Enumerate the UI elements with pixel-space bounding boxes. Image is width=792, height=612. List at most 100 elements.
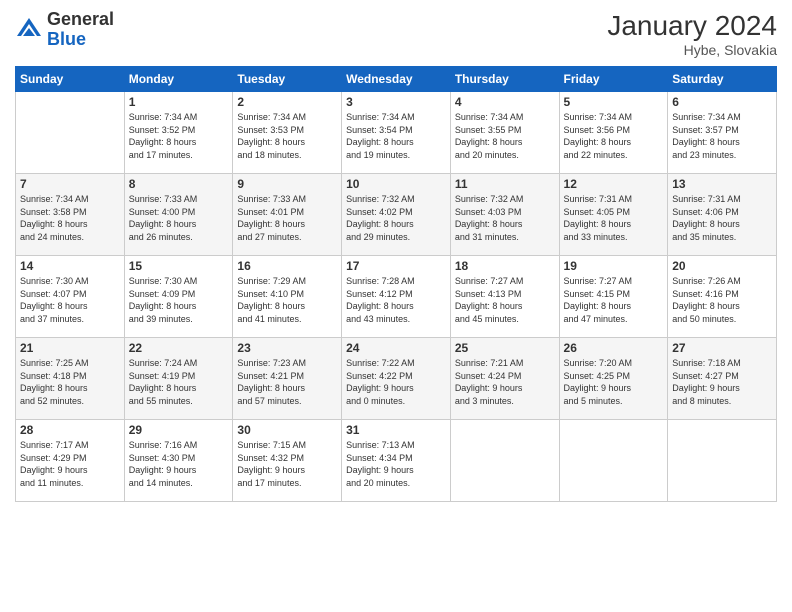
day-info: Sunrise: 7:34 AM Sunset: 3:54 PM Dayligh… [346,111,446,161]
table-row: 1 Sunrise: 7:34 AM Sunset: 3:52 PM Daylig… [124,92,233,174]
table-row: 17 Sunrise: 7:28 AM Sunset: 4:12 PM Dayli… [342,256,451,338]
day-info: Sunrise: 7:16 AM Sunset: 4:30 PM Dayligh… [129,439,229,489]
day-number: 24 [346,341,446,355]
col-tuesday: Tuesday [233,67,342,92]
col-thursday: Thursday [450,67,559,92]
day-info: Sunrise: 7:22 AM Sunset: 4:22 PM Dayligh… [346,357,446,407]
table-row: 19 Sunrise: 7:27 AM Sunset: 4:15 PM Dayli… [559,256,668,338]
logo-blue: Blue [47,29,86,49]
day-number: 29 [129,423,229,437]
table-row: 9 Sunrise: 7:33 AM Sunset: 4:01 PM Daylig… [233,174,342,256]
logo-icon [15,16,43,44]
day-number: 10 [346,177,446,191]
title-block: January 2024 Hybe, Slovakia [607,10,777,58]
day-number: 27 [672,341,772,355]
day-number: 11 [455,177,555,191]
day-number: 30 [237,423,337,437]
day-info: Sunrise: 7:21 AM Sunset: 4:24 PM Dayligh… [455,357,555,407]
header-row: Sunday Monday Tuesday Wednesday Thursday… [16,67,777,92]
day-info: Sunrise: 7:34 AM Sunset: 3:56 PM Dayligh… [564,111,664,161]
day-number: 15 [129,259,229,273]
day-info: Sunrise: 7:17 AM Sunset: 4:29 PM Dayligh… [20,439,120,489]
table-row: 2 Sunrise: 7:34 AM Sunset: 3:53 PM Daylig… [233,92,342,174]
day-number: 21 [20,341,120,355]
month-title: January 2024 [607,10,777,42]
col-wednesday: Wednesday [342,67,451,92]
day-number: 9 [237,177,337,191]
day-number: 13 [672,177,772,191]
day-number: 4 [455,95,555,109]
table-row: 21 Sunrise: 7:25 AM Sunset: 4:18 PM Dayli… [16,338,125,420]
day-info: Sunrise: 7:29 AM Sunset: 4:10 PM Dayligh… [237,275,337,325]
calendar-week-3: 14Sunrise: 7:30 AM Sunset: 4:07 PM Dayli… [16,256,777,338]
table-row: 25 Sunrise: 7:21 AM Sunset: 4:24 PM Dayli… [450,338,559,420]
day-info: Sunrise: 7:34 AM Sunset: 3:52 PM Dayligh… [129,111,229,161]
day-info: Sunrise: 7:26 AM Sunset: 4:16 PM Dayligh… [672,275,772,325]
table-row: 3Sunrise: 7:34 AM Sunset: 3:54 PM Daylig… [342,92,451,174]
day-number: 14 [20,259,120,273]
day-info: Sunrise: 7:13 AM Sunset: 4:34 PM Dayligh… [346,439,446,489]
table-row: 18Sunrise: 7:27 AM Sunset: 4:13 PM Dayli… [450,256,559,338]
table-row: 16 Sunrise: 7:29 AM Sunset: 4:10 PM Dayli… [233,256,342,338]
table-row [559,420,668,502]
location: Hybe, Slovakia [607,42,777,58]
day-info: Sunrise: 7:23 AM Sunset: 4:21 PM Dayligh… [237,357,337,407]
calendar-table: Sunday Monday Tuesday Wednesday Thursday… [15,66,777,502]
day-number: 12 [564,177,664,191]
table-row: 28 Sunrise: 7:17 AM Sunset: 4:29 PM Dayli… [16,420,125,502]
day-info: Sunrise: 7:18 AM Sunset: 4:27 PM Dayligh… [672,357,772,407]
table-row: 24 Sunrise: 7:22 AM Sunset: 4:22 PM Dayli… [342,338,451,420]
day-number: 5 [564,95,664,109]
day-number: 28 [20,423,120,437]
logo: General Blue [15,10,114,50]
day-info: Sunrise: 7:33 AM Sunset: 4:01 PM Dayligh… [237,193,337,243]
table-row: 5 Sunrise: 7:34 AM Sunset: 3:56 PM Daylig… [559,92,668,174]
logo-general: General [47,9,114,29]
table-row: 6Sunrise: 7:34 AM Sunset: 3:57 PM Daylig… [668,92,777,174]
day-info: Sunrise: 7:30 AM Sunset: 4:09 PM Dayligh… [129,275,229,325]
col-saturday: Saturday [668,67,777,92]
day-info: Sunrise: 7:34 AM Sunset: 3:55 PM Dayligh… [455,111,555,161]
day-info: Sunrise: 7:24 AM Sunset: 4:19 PM Dayligh… [129,357,229,407]
day-info: Sunrise: 7:32 AM Sunset: 4:03 PM Dayligh… [455,193,555,243]
col-sunday: Sunday [16,67,125,92]
header: General Blue January 2024 Hybe, Slovakia [15,10,777,58]
day-number: 19 [564,259,664,273]
day-info: Sunrise: 7:27 AM Sunset: 4:15 PM Dayligh… [564,275,664,325]
day-number: 26 [564,341,664,355]
table-row [450,420,559,502]
table-row: 13 Sunrise: 7:31 AM Sunset: 4:06 PM Dayli… [668,174,777,256]
day-info: Sunrise: 7:32 AM Sunset: 4:02 PM Dayligh… [346,193,446,243]
day-number: 25 [455,341,555,355]
day-info: Sunrise: 7:25 AM Sunset: 4:18 PM Dayligh… [20,357,120,407]
day-number: 7 [20,177,120,191]
day-info: Sunrise: 7:34 AM Sunset: 3:58 PM Dayligh… [20,193,120,243]
table-row: 14Sunrise: 7:30 AM Sunset: 4:07 PM Dayli… [16,256,125,338]
table-row: 20Sunrise: 7:26 AM Sunset: 4:16 PM Dayli… [668,256,777,338]
day-number: 6 [672,95,772,109]
day-info: Sunrise: 7:33 AM Sunset: 4:00 PM Dayligh… [129,193,229,243]
calendar-week-5: 28 Sunrise: 7:17 AM Sunset: 4:29 PM Dayli… [16,420,777,502]
table-row: 8Sunrise: 7:33 AM Sunset: 4:00 PM Daylig… [124,174,233,256]
day-info: Sunrise: 7:31 AM Sunset: 4:06 PM Dayligh… [672,193,772,243]
day-number: 2 [237,95,337,109]
table-row: 26 Sunrise: 7:20 AM Sunset: 4:25 PM Dayli… [559,338,668,420]
day-number: 22 [129,341,229,355]
col-friday: Friday [559,67,668,92]
day-info: Sunrise: 7:15 AM Sunset: 4:32 PM Dayligh… [237,439,337,489]
day-info: Sunrise: 7:28 AM Sunset: 4:12 PM Dayligh… [346,275,446,325]
day-info: Sunrise: 7:20 AM Sunset: 4:25 PM Dayligh… [564,357,664,407]
day-number: 1 [129,95,229,109]
day-number: 17 [346,259,446,273]
table-row: 15 Sunrise: 7:30 AM Sunset: 4:09 PM Dayli… [124,256,233,338]
day-info: Sunrise: 7:34 AM Sunset: 3:53 PM Dayligh… [237,111,337,161]
table-row: 23Sunrise: 7:23 AM Sunset: 4:21 PM Dayli… [233,338,342,420]
table-row: 30 Sunrise: 7:15 AM Sunset: 4:32 PM Dayli… [233,420,342,502]
day-number: 16 [237,259,337,273]
table-row: 10 Sunrise: 7:32 AM Sunset: 4:02 PM Dayli… [342,174,451,256]
calendar-week-4: 21 Sunrise: 7:25 AM Sunset: 4:18 PM Dayli… [16,338,777,420]
table-row: 12Sunrise: 7:31 AM Sunset: 4:05 PM Dayli… [559,174,668,256]
table-row: 22 Sunrise: 7:24 AM Sunset: 4:19 PM Dayli… [124,338,233,420]
logo-text: General Blue [47,10,114,50]
day-info: Sunrise: 7:27 AM Sunset: 4:13 PM Dayligh… [455,275,555,325]
